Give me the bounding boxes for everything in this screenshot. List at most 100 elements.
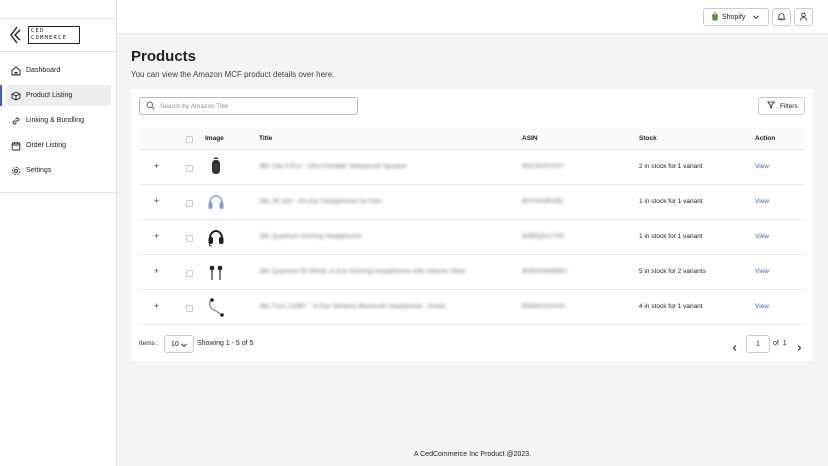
product-stock: 1 in stock for 1 variant bbox=[639, 198, 703, 205]
product-asin: B07HH4BVB5 bbox=[522, 198, 564, 205]
product-asin: B0C3RXFSXY bbox=[522, 163, 565, 170]
column-header-asin: ASIN bbox=[522, 135, 538, 142]
logo-mark-icon bbox=[10, 26, 21, 44]
product-image-speaker bbox=[205, 156, 227, 178]
product-image-wireless-earbuds bbox=[205, 296, 227, 318]
row-checkbox[interactable] bbox=[186, 165, 193, 172]
box-icon bbox=[10, 90, 21, 101]
expand-row-button[interactable]: + bbox=[154, 196, 159, 206]
shop-selector-label: Shopify bbox=[722, 13, 746, 21]
filters-button[interactable]: Filters bbox=[758, 97, 805, 115]
of-label: of bbox=[773, 340, 779, 347]
view-link[interactable]: View bbox=[755, 163, 769, 170]
gear-icon bbox=[10, 165, 21, 176]
sidebar-item-label: Order Listing bbox=[26, 142, 67, 149]
link-icon bbox=[10, 115, 21, 126]
product-stock: 5 in stock for 2 variants bbox=[639, 268, 706, 275]
chevron-down-icon bbox=[180, 341, 188, 351]
sidebar-item-label: Dashboard bbox=[26, 67, 61, 74]
row-checkbox[interactable] bbox=[186, 235, 193, 242]
sidebar-item-label: Product Listing bbox=[26, 92, 73, 99]
product-stock: 4 in stock for 1 variant bbox=[639, 303, 703, 310]
bell-icon bbox=[777, 8, 786, 26]
table-row: + JBL JR 320 - On-Ear Headphones for Kid… bbox=[139, 185, 805, 220]
column-header-action: Action bbox=[755, 135, 776, 142]
product-title: JBL Clip 4 Eco - Ultra-Portable Waterpro… bbox=[259, 163, 407, 170]
logo-area: CED COMMERCE bbox=[0, 18, 117, 52]
chevron-right-icon bbox=[797, 345, 802, 351]
column-header-image: Image bbox=[205, 135, 224, 142]
product-image-gaming-headset bbox=[205, 226, 227, 248]
sidebar-nav: Dashboard Product Listing Linking & Bund… bbox=[0, 60, 117, 185]
product-image-in-ear-headphones bbox=[205, 261, 227, 283]
product-image-kids-headphones bbox=[205, 191, 227, 213]
view-link[interactable]: View bbox=[755, 198, 769, 205]
sidebar: CED COMMERCE Dashboard Product Listing L… bbox=[0, 0, 117, 466]
products-card: Filters Image Title ASIN Stock Action + … bbox=[131, 89, 813, 361]
page-footer: A CedCommerce Inc Product @2023. bbox=[413, 451, 532, 458]
column-header-stock: Stock bbox=[639, 135, 657, 142]
row-checkbox[interactable] bbox=[186, 270, 193, 277]
sidebar-item-dashboard[interactable]: Dashboard bbox=[6, 60, 111, 81]
cedcommerce-logo[interactable]: CED COMMERCE bbox=[10, 26, 80, 44]
expand-row-button[interactable]: + bbox=[154, 266, 159, 276]
sidebar-divider bbox=[0, 192, 117, 193]
product-asin: B0B5QH17XR bbox=[522, 233, 564, 240]
view-link[interactable]: View bbox=[755, 303, 769, 310]
table-row: + JBL Quantum Gaming Headphones B0B5QH17… bbox=[139, 220, 805, 255]
sidebar-item-label: Settings bbox=[26, 167, 52, 174]
chevron-down-icon bbox=[752, 13, 760, 23]
table-row: + JBL Quantum 50 Wired, In-Ear Gaming He… bbox=[139, 255, 805, 290]
notifications-button[interactable] bbox=[772, 8, 791, 26]
user-icon bbox=[799, 8, 808, 26]
product-stock: 2 in stock for 1 variant bbox=[639, 163, 703, 170]
select-all-checkbox[interactable] bbox=[186, 136, 193, 143]
sidebar-item-label: Linking & Bundling bbox=[26, 117, 84, 124]
table-row: + JBL Tune 225BT - In-Ear Wireless Bluet… bbox=[139, 290, 805, 325]
expand-row-button[interactable]: + bbox=[154, 301, 159, 311]
showing-count: Showing 1 - 5 of 5 bbox=[197, 340, 254, 347]
view-link[interactable]: View bbox=[755, 233, 769, 240]
items-per-page-value: 10 bbox=[171, 340, 179, 348]
sidebar-item-settings[interactable]: Settings bbox=[6, 160, 111, 181]
logo-line1: CED bbox=[31, 28, 45, 34]
shop-selector-button[interactable]: Shopify bbox=[703, 8, 769, 26]
page-number-input[interactable] bbox=[746, 335, 770, 353]
logo-wordmark: CED COMMERCE bbox=[28, 26, 80, 44]
search-input[interactable] bbox=[160, 102, 350, 110]
sidebar-item-product-listing[interactable]: Product Listing bbox=[0, 85, 111, 106]
page-subtitle: You can view the Amazon MCF product deta… bbox=[131, 70, 335, 79]
sidebar-item-linking-bundling[interactable]: Linking & Bundling bbox=[6, 110, 111, 131]
row-checkbox[interactable] bbox=[186, 200, 193, 207]
total-pages: of 1 bbox=[773, 340, 787, 347]
filter-icon bbox=[766, 101, 776, 111]
user-account-button[interactable] bbox=[794, 8, 813, 26]
search-icon bbox=[146, 97, 155, 115]
product-title: JBL JR 320 - On-Ear Headphones for Kids bbox=[259, 198, 382, 205]
product-asin: B08WHM4MBV bbox=[522, 268, 568, 275]
items-per-page-label: Items : bbox=[139, 340, 159, 347]
expand-row-button[interactable]: + bbox=[154, 161, 159, 171]
product-asin: B08KKHXHVH bbox=[522, 303, 565, 310]
logo-line2: COMMERCE bbox=[31, 35, 68, 41]
items-per-page-select[interactable]: 10 bbox=[164, 335, 194, 353]
row-checkbox[interactable] bbox=[186, 305, 193, 312]
sidebar-item-order-listing[interactable]: Order Listing bbox=[6, 135, 111, 156]
product-title: JBL Quantum 50 Wired, In-Ear Gaming Head… bbox=[259, 268, 467, 275]
shopify-bag-icon bbox=[711, 11, 719, 23]
search-box[interactable] bbox=[139, 97, 358, 115]
next-page-button[interactable] bbox=[795, 339, 803, 357]
total-pages-value: 1 bbox=[782, 340, 787, 347]
expand-row-button[interactable]: + bbox=[154, 231, 159, 241]
product-title: JBL Tune 225BT - In-Ear Wireless Bluetoo… bbox=[259, 303, 446, 310]
filters-label: Filters bbox=[780, 102, 798, 110]
page-title: Products bbox=[131, 48, 197, 65]
product-stock: 1 in stock for 1 variant bbox=[639, 233, 703, 240]
product-title: JBL Quantum Gaming Headphones bbox=[259, 233, 362, 240]
table-header: Image Title ASIN Stock Action bbox=[139, 128, 805, 150]
view-link[interactable]: View bbox=[755, 268, 769, 275]
calendar-icon bbox=[10, 140, 21, 151]
previous-page-button[interactable] bbox=[731, 339, 739, 357]
home-icon bbox=[10, 65, 21, 76]
table-row: + JBL Clip 4 Eco - Ultra-Portable Waterp… bbox=[139, 150, 805, 185]
